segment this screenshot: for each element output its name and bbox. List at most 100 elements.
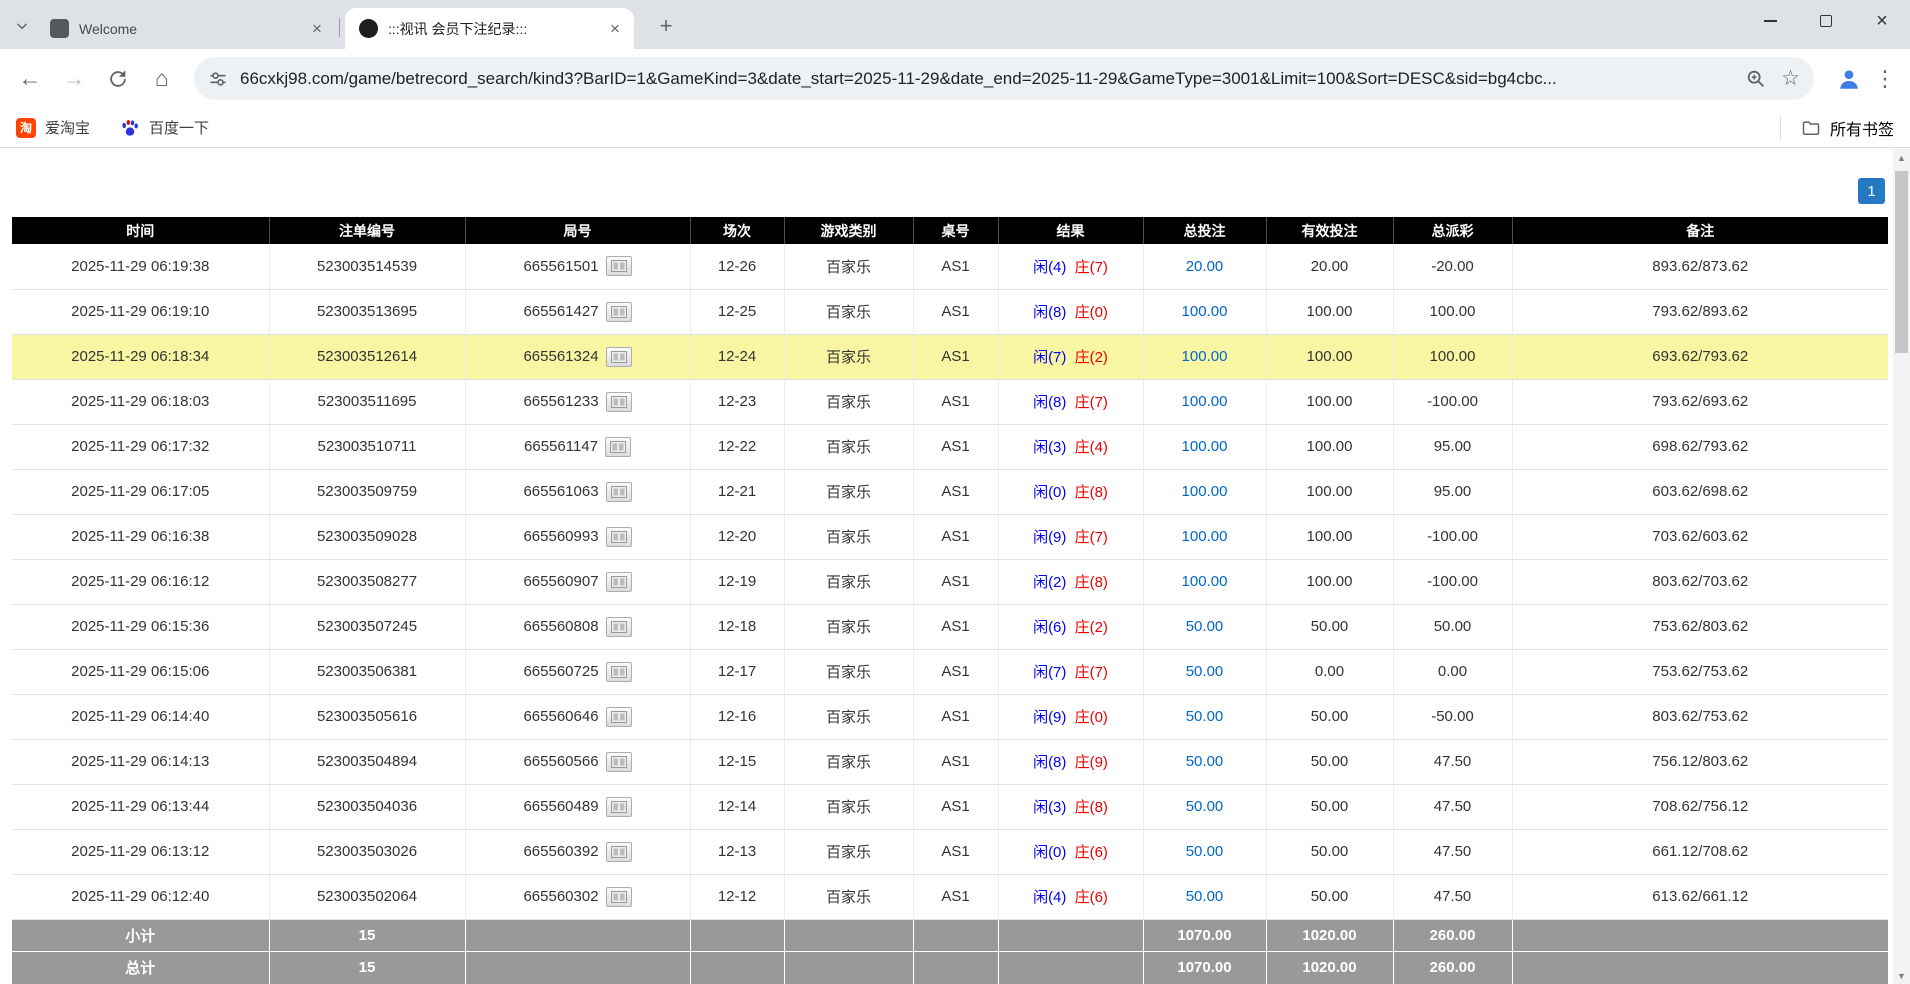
result-player: 闲(3) (1033, 439, 1066, 456)
tab-close-icon[interactable]: × (604, 18, 626, 40)
total-bet-link[interactable]: 100.00 (1182, 303, 1228, 320)
video-replay-icon[interactable] (606, 887, 632, 907)
table-row[interactable]: 2025-11-29 06:14:13 523003504894 6655605… (12, 739, 1888, 784)
all-bookmarks[interactable]: 所有书签 (1780, 116, 1894, 140)
cell-bet-id: 523003511695 (269, 379, 465, 424)
cell-game-type: 百家乐 (784, 289, 913, 334)
close-window-button[interactable]: × (1854, 0, 1910, 42)
video-replay-icon[interactable] (606, 482, 632, 502)
total-bet-link[interactable]: 100.00 (1182, 348, 1228, 365)
video-replay-icon[interactable] (606, 617, 632, 637)
site-settings-icon[interactable] (208, 69, 228, 89)
total-bet-link[interactable]: 50.00 (1186, 663, 1224, 680)
profile-avatar-icon[interactable] (1828, 58, 1870, 100)
video-replay-icon[interactable] (606, 842, 632, 862)
table-row[interactable]: 2025-11-29 06:18:34 523003512614 6655613… (12, 334, 1888, 379)
maximize-icon (1820, 15, 1832, 27)
browser-menu-icon[interactable]: ⋮ (1870, 58, 1900, 100)
cell-total-bet: 50.00 (1143, 874, 1266, 919)
cell-remark: 703.62/603.62 (1512, 514, 1888, 559)
new-tab-button[interactable]: + (652, 12, 680, 40)
table-row[interactable]: 2025-11-29 06:15:06 523003506381 6655607… (12, 649, 1888, 694)
tab-betrecord[interactable]: :::视讯 会员下注纪录::: × (345, 8, 634, 49)
total-bet-link[interactable]: 50.00 (1186, 843, 1224, 860)
zoom-icon[interactable] (1745, 68, 1767, 90)
total-bet-link[interactable]: 100.00 (1182, 438, 1228, 455)
table-row[interactable]: 2025-11-29 06:16:12 523003508277 6655609… (12, 559, 1888, 604)
total-bet-link[interactable]: 50.00 (1186, 708, 1224, 725)
cell-total-bet: 100.00 (1143, 514, 1266, 559)
video-replay-icon[interactable] (606, 302, 632, 322)
cell-total-bet: 50.00 (1143, 784, 1266, 829)
cell-game-type: 百家乐 (784, 604, 913, 649)
video-replay-icon[interactable] (606, 707, 632, 727)
maximize-button[interactable] (1798, 0, 1854, 42)
total-bet-link[interactable]: 100.00 (1182, 573, 1228, 590)
tab-close-icon[interactable]: × (306, 18, 328, 40)
video-replay-icon[interactable] (606, 572, 632, 592)
cell-round: 665561063 (465, 469, 690, 514)
video-replay-icon[interactable] (606, 527, 632, 547)
table-row[interactable]: 2025-11-29 06:18:03 523003511695 6655612… (12, 379, 1888, 424)
back-button[interactable]: ← (8, 57, 52, 101)
total-bet-link[interactable]: 50.00 (1186, 618, 1224, 635)
total-bet-link[interactable]: 50.00 (1186, 888, 1224, 905)
cell-table-no: AS1 (913, 379, 998, 424)
total-bet-link[interactable]: 100.00 (1182, 393, 1228, 410)
bookmark-aitaobao[interactable]: 淘 爱淘宝 (16, 117, 90, 138)
footer-cell-empty (690, 919, 784, 951)
baidu-paw-icon (120, 118, 140, 138)
cell-valid-bet: 50.00 (1266, 739, 1393, 784)
cell-valid-bet: 100.00 (1266, 559, 1393, 604)
minimize-icon (1764, 20, 1777, 22)
col-header-game-type: 游戏类别 (784, 217, 913, 244)
video-replay-icon[interactable] (605, 437, 631, 457)
tab-search-chevron-icon[interactable] (12, 16, 32, 36)
scrollbar-thumb[interactable] (1895, 171, 1908, 353)
tab-welcome[interactable]: Welcome × (36, 8, 336, 49)
video-replay-icon[interactable] (606, 662, 632, 682)
url-text[interactable]: 66cxkj98.com/game/betrecord_search/kind3… (240, 69, 1733, 89)
forward-button[interactable]: → (52, 57, 96, 101)
home-button[interactable]: ⌂ (140, 57, 184, 101)
result-player: 闲(6) (1033, 619, 1066, 636)
col-header-valid-bet: 有效投注 (1266, 217, 1393, 244)
table-row[interactable]: 2025-11-29 06:19:10 523003513695 6655614… (12, 289, 1888, 334)
total-bet-link[interactable]: 100.00 (1182, 528, 1228, 545)
cell-total-payout: -100.00 (1393, 379, 1512, 424)
address-bar[interactable]: 66cxkj98.com/game/betrecord_search/kind3… (194, 57, 1814, 100)
table-row[interactable]: 2025-11-29 06:17:05 523003509759 6655610… (12, 469, 1888, 514)
table-row[interactable]: 2025-11-29 06:13:12 523003503026 6655603… (12, 829, 1888, 874)
bookmark-star-icon[interactable]: ☆ (1781, 66, 1800, 91)
total-bet-link[interactable]: 50.00 (1186, 753, 1224, 770)
cell-remark: 603.62/698.62 (1512, 469, 1888, 514)
total-row: 总计 15 1070.00 1020.00 260.00 (12, 951, 1888, 984)
minimize-button[interactable] (1742, 0, 1798, 42)
video-replay-icon[interactable] (606, 752, 632, 772)
table-row[interactable]: 2025-11-29 06:16:38 523003509028 6655609… (12, 514, 1888, 559)
pagination-page-1[interactable]: 1 (1858, 178, 1885, 204)
table-row[interactable]: 2025-11-29 06:15:36 523003507245 6655608… (12, 604, 1888, 649)
table-row[interactable]: 2025-11-29 06:12:40 523003502064 6655603… (12, 874, 1888, 919)
video-replay-icon[interactable] (606, 256, 632, 276)
refresh-button[interactable] (96, 57, 140, 101)
vertical-scrollbar[interactable]: ▲ ▼ (1893, 149, 1910, 984)
cell-remark: 893.62/873.62 (1512, 244, 1888, 289)
table-row[interactable]: 2025-11-29 06:14:40 523003505616 6655606… (12, 694, 1888, 739)
round-number: 665561324 (523, 348, 598, 365)
result-player: 闲(9) (1033, 709, 1066, 726)
video-replay-icon[interactable] (606, 797, 632, 817)
scroll-up-icon[interactable]: ▲ (1893, 149, 1910, 166)
cell-session: 12-18 (690, 604, 784, 649)
total-bet-link[interactable]: 100.00 (1182, 483, 1228, 500)
total-bet-link[interactable]: 20.00 (1186, 258, 1224, 275)
table-row[interactable]: 2025-11-29 06:17:32 523003510711 6655611… (12, 424, 1888, 469)
cell-session: 12-17 (690, 649, 784, 694)
table-row[interactable]: 2025-11-29 06:19:38 523003514539 6655615… (12, 244, 1888, 289)
video-replay-icon[interactable] (606, 347, 632, 367)
table-row[interactable]: 2025-11-29 06:13:44 523003504036 6655604… (12, 784, 1888, 829)
scroll-down-icon[interactable]: ▼ (1893, 967, 1910, 984)
total-bet-link[interactable]: 50.00 (1186, 798, 1224, 815)
video-replay-icon[interactable] (606, 392, 632, 412)
bookmark-baidu[interactable]: 百度一下 (120, 117, 209, 138)
